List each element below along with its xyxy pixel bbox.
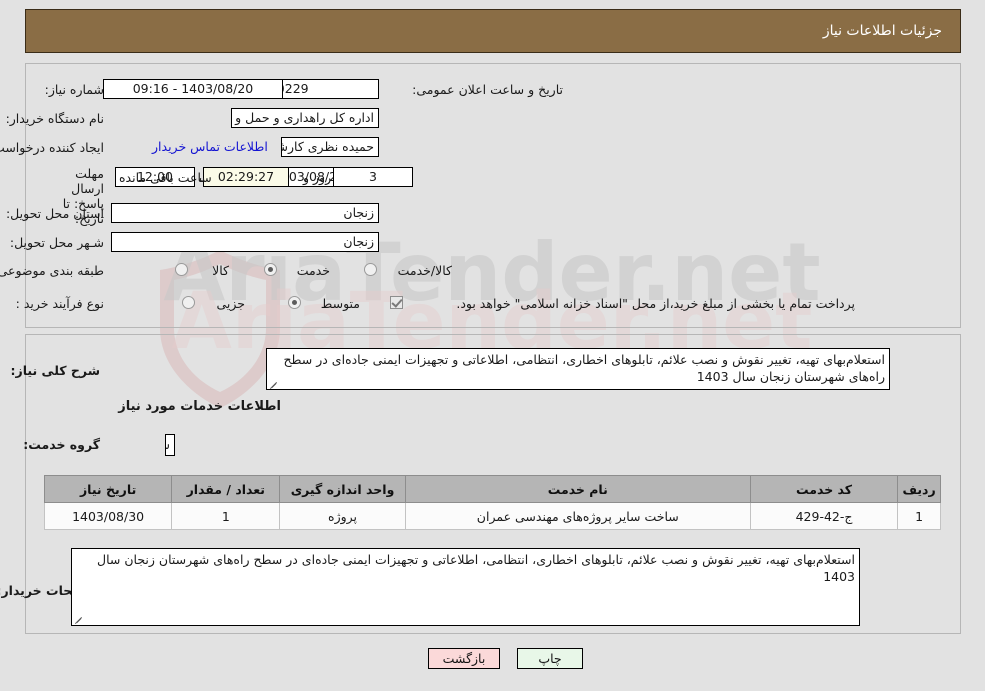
- need-summary-label: شرح کلی نیاز:: [10, 363, 100, 378]
- service-group-label: گروه خدمت:: [23, 437, 100, 452]
- page-title: جزئیات اطلاعات نیاز: [822, 23, 942, 39]
- cell-unit: پروژه: [279, 502, 406, 530]
- countdown-value: 02:29:27: [203, 167, 289, 187]
- delivery-city-label: شـهر محل تحویل:: [9, 235, 104, 250]
- remaining-days-value: 3: [333, 167, 413, 187]
- radio-category-kala[interactable]: [175, 263, 188, 276]
- buyer-notes-resize-handle[interactable]: [73, 613, 83, 623]
- category-label: طبقه بندی موضوعی:: [0, 263, 104, 278]
- buyer-notes-value[interactable]: استعلام‌بهای تهیه، تغییر نقوش و نصب علائ…: [71, 548, 860, 626]
- back-button[interactable]: بازگشت: [428, 648, 500, 669]
- radio-category-kala-khedmat[interactable]: [364, 263, 377, 276]
- buyer-contact-link[interactable]: اطلاعات تماس خریدار: [152, 139, 268, 154]
- buyer-org-label: نام دستگاه خریدار:: [5, 111, 104, 126]
- col-need-date: تاریخ نیاز: [43, 475, 173, 503]
- print-button[interactable]: چاپ: [517, 648, 583, 669]
- radio-category-kala-khedmat-label: کالا/خدمت: [397, 263, 452, 278]
- process-label: نوع فرآیند خرید :: [15, 296, 104, 311]
- delivery-province-label: استان محل تحویل:: [5, 206, 104, 221]
- col-quantity: تعداد / مقدار: [171, 475, 281, 503]
- cell-service-name: ساخت سایر پروژه‌های مهندسی عمران: [404, 502, 751, 530]
- col-row-no: ردیف: [897, 475, 941, 503]
- service-group-value: ساختمان: [165, 434, 175, 456]
- countdown-label: ساعت باقی مانده: [119, 170, 212, 185]
- need-summary-value[interactable]: استعلام‌بهای تهیه، تغییر نقوش و نصب علائ…: [266, 348, 890, 390]
- need-info-panel: [25, 63, 961, 328]
- need-summary-resize-handle[interactable]: [268, 378, 278, 388]
- requester-label: ایجاد کننده درخواست:: [0, 140, 104, 155]
- need-number-label: شماره نیاز:: [44, 82, 104, 97]
- services-table: ردیف کد خدمت نام خدمت واحد اندازه گیری ت…: [43, 475, 941, 530]
- col-unit: واحد اندازه گیری: [279, 475, 406, 503]
- delivery-province-value: زنجان: [111, 203, 379, 223]
- announce-datetime-label: تاریخ و ساعت اعلان عمومی:: [412, 82, 563, 97]
- radio-category-kala-label: کالا: [212, 263, 229, 278]
- table-row: 1 ج-42-429 ساخت سایر پروژه‌های مهندسی عم…: [43, 502, 941, 530]
- col-service-name: نام خدمت: [404, 475, 751, 503]
- delivery-city-value: زنجان: [111, 232, 379, 252]
- page-root: جزئیات اطلاعات نیاز شماره نیاز: 11030032…: [0, 0, 985, 691]
- cell-row-no: 1: [897, 502, 941, 530]
- cell-need-date: 1403/08/30: [43, 502, 173, 530]
- page-title-bar: جزئیات اطلاعات نیاز: [25, 9, 961, 53]
- remaining-days-label: روز و: [303, 170, 332, 185]
- requester-value: حمیده نظری کارشناس اداره کل راهداری و حم…: [281, 137, 379, 157]
- treasury-checkbox-label: پرداخت تمام یا بخشی از مبلغ خرید،از محل …: [456, 296, 855, 311]
- services-section-heading: اطلاعات خدمات مورد نیاز: [118, 399, 281, 414]
- col-service-code: کد خدمت: [749, 475, 899, 503]
- radio-category-khedmat-label: خدمت: [296, 263, 330, 278]
- announce-datetime-value: 1403/08/20 - 09:16: [103, 79, 283, 99]
- cell-service-code: ج-42-429: [749, 502, 899, 530]
- radio-category-khedmat[interactable]: [264, 263, 277, 276]
- buyer-org-value: اداره کل راهداری و حمل و نقل جاده ای است…: [231, 108, 379, 128]
- cell-quantity: 1: [171, 502, 281, 530]
- table-header-row: ردیف کد خدمت نام خدمت واحد اندازه گیری ت…: [43, 475, 941, 503]
